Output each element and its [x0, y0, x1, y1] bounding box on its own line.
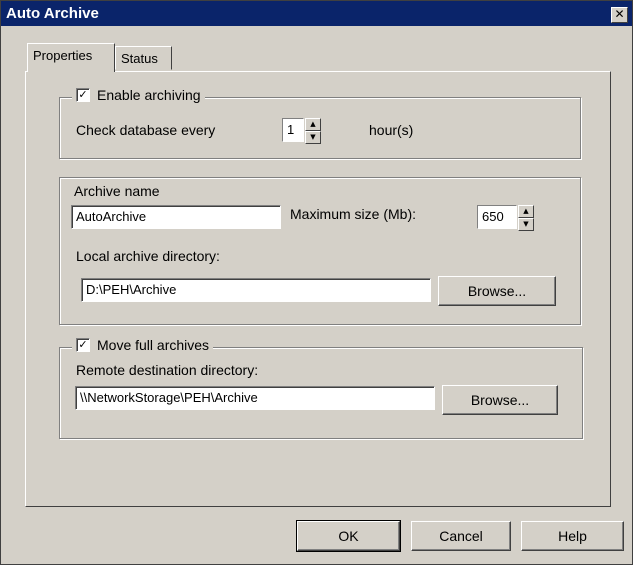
enable-archiving-checkbox[interactable]: ✓: [76, 88, 90, 102]
close-icon: ✕: [614, 7, 625, 21]
tab-properties[interactable]: Properties: [27, 43, 115, 72]
archive-settings-group: Archive name AutoArchive Maximum size (M…: [59, 177, 581, 325]
window-title: Auto Archive: [6, 5, 99, 22]
local-dir-label: Local archive directory:: [76, 248, 220, 264]
check-interval-label: Check database every: [76, 122, 216, 138]
max-size-label: Maximum size (Mb):: [290, 206, 417, 222]
move-full-archives-row[interactable]: ✓ Move full archives: [72, 337, 214, 353]
enable-archiving-row[interactable]: ✓ Enable archiving: [72, 87, 205, 103]
properties-panel: ✓ Enable archiving Check database every …: [25, 71, 611, 507]
ok-button[interactable]: OK: [296, 520, 401, 552]
check-icon: ✓: [78, 88, 88, 101]
spin-up-icon[interactable]: ▲: [518, 205, 534, 218]
local-dir-input[interactable]: D:\PEH\Archive: [81, 278, 431, 302]
auto-archive-dialog: Auto Archive ✕ Properties Status ✓ Enabl…: [0, 0, 633, 565]
move-full-archives-label: Move full archives: [97, 337, 210, 353]
tab-status-label: Status: [121, 51, 158, 66]
help-button[interactable]: Help: [521, 521, 624, 551]
tab-properties-label: Properties: [33, 48, 93, 63]
max-size-input[interactable]: 650: [477, 205, 517, 229]
max-size-spinner[interactable]: ▲ ▼: [518, 205, 534, 231]
cancel-button[interactable]: Cancel: [411, 521, 511, 551]
enable-archiving-label: Enable archiving: [97, 87, 201, 103]
remote-dir-label: Remote destination directory:: [76, 362, 259, 378]
spin-up-icon[interactable]: ▲: [305, 118, 321, 131]
close-button[interactable]: ✕: [611, 7, 628, 23]
move-archives-group: ✓ Move full archives Remote destination …: [59, 337, 583, 439]
move-full-archives-checkbox[interactable]: ✓: [76, 338, 90, 352]
archive-name-input[interactable]: AutoArchive: [71, 205, 281, 229]
title-bar[interactable]: Auto Archive ✕: [1, 1, 632, 26]
remote-browse-button[interactable]: Browse...: [442, 385, 558, 415]
archiving-group: ✓ Enable archiving Check database every …: [59, 87, 581, 159]
archive-name-label: Archive name: [74, 183, 160, 199]
spin-down-icon[interactable]: ▼: [518, 218, 534, 231]
check-icon: ✓: [78, 338, 88, 351]
hours-unit-label: hour(s): [369, 122, 414, 138]
remote-dir-input[interactable]: \\NetworkStorage\PEH\Archive: [75, 386, 435, 410]
check-interval-spinner[interactable]: ▲ ▼: [305, 118, 321, 144]
tab-status[interactable]: Status: [115, 46, 172, 70]
spin-down-icon[interactable]: ▼: [305, 131, 321, 144]
local-browse-button[interactable]: Browse...: [438, 276, 556, 306]
check-interval-input[interactable]: 1: [282, 118, 304, 142]
